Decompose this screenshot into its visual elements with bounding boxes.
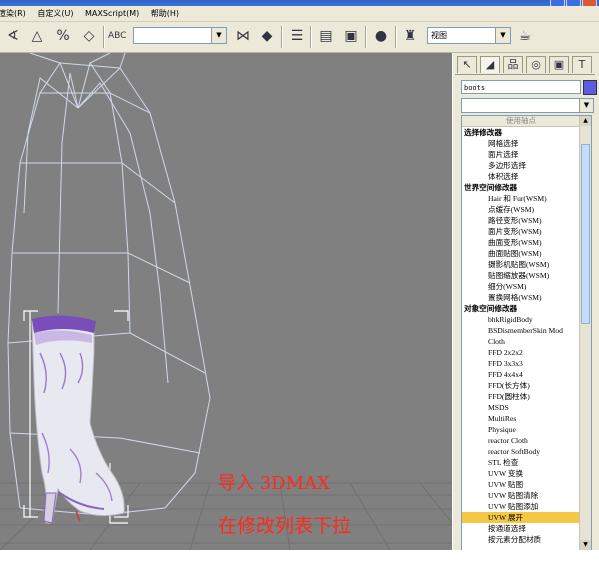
list-item[interactable]: reactor SoftBody	[462, 446, 580, 457]
percent-snap-icon[interactable]: △	[28, 27, 46, 45]
chevron-down-icon: ▼	[211, 28, 226, 43]
menu-maxscript[interactable]: MAXScript(M)	[85, 9, 139, 18]
list-item[interactable]: 按通道选择	[462, 523, 580, 534]
list-item[interactable]: FFD 3x3x3	[462, 358, 580, 369]
list-item[interactable]: FFD(长方体)	[462, 380, 580, 391]
utilities-tab-icon[interactable]: T	[572, 56, 592, 73]
list-item[interactable]: UVW 变换	[462, 468, 580, 479]
main-toolbar: ∢ △ % ◇ ABC ▼ ⋈ ◆ ☰ ▤ ▣ ● ♜ 视图 ▼ ☕	[0, 22, 599, 53]
modify-tab-icon[interactable]: ◢	[480, 56, 500, 73]
list-item[interactable]: 路径变形(WSM)	[462, 215, 580, 226]
annotation-modifier-list: 在修改列表下拉	[218, 515, 352, 537]
spinner-snap-icon[interactable]: %	[54, 27, 72, 45]
create-tab-icon[interactable]: ↖	[457, 56, 477, 73]
named-selection-combo[interactable]: ▼	[133, 27, 227, 44]
modifier-dropdown-list[interactable]: 使用轴点 选择修改器 网格选择 面片选择 多边形选择 体积选择 世界空间修改器 Hair 和 …	[461, 115, 592, 551]
menu-customize[interactable]: 自定义(U)	[37, 9, 73, 18]
render-scene-icon[interactable]: ♜	[401, 27, 419, 45]
render-view-value: 视图	[431, 31, 447, 40]
perspective-viewport[interactable]: 导入 3DMAX 在修改列表下拉	[0, 53, 452, 550]
list-item[interactable]: Physique	[462, 424, 580, 435]
list-item[interactable]: UVW 贴图	[462, 479, 580, 490]
command-panel: ↖ ◢ 品 ◎ ▣ T boots ▼ 使用轴点 选择修改器 网格选择 面片选择 多边形…	[452, 53, 599, 551]
list-item[interactable]: STL 检查	[462, 457, 580, 468]
edit-named-selection-icon[interactable]: ◇	[80, 27, 98, 45]
abc-icon[interactable]: ABC	[108, 27, 126, 45]
object-name-field[interactable]: boots	[461, 80, 581, 94]
list-item[interactable]: 面片选择	[462, 149, 580, 160]
list-item[interactable]: 多边形选择	[462, 160, 580, 171]
chevron-down-icon[interactable]: ▼	[579, 99, 593, 112]
motion-tab-icon[interactable]: ◎	[526, 56, 546, 73]
scroll-down-icon[interactable]: ▼	[580, 540, 591, 550]
hierarchy-tab-icon[interactable]: 品	[503, 56, 523, 73]
curve-editor-icon[interactable]: ▤	[317, 27, 335, 45]
material-editor-icon[interactable]: ●	[372, 27, 390, 45]
command-panel-tabs: ↖ ◢ 品 ◎ ▣ T	[457, 56, 592, 74]
list-item[interactable]: FFD 4x4x4	[462, 369, 580, 380]
scroll-thumb[interactable]	[581, 144, 590, 324]
list-item[interactable]: MultiRes	[462, 413, 580, 424]
list-item[interactable]: FFD(圆柱体)	[462, 391, 580, 402]
list-item[interactable]: UVW 展开	[462, 512, 580, 523]
chevron-down-icon: ▼	[495, 28, 510, 43]
mirror-icon[interactable]: ⋈	[234, 27, 252, 45]
list-category: 世界空间修改器	[464, 183, 518, 192]
list-item[interactable]: reactor Cloth	[462, 435, 580, 446]
schematic-view-icon[interactable]: ▣	[342, 27, 360, 45]
list-item[interactable]: 体积选择	[462, 171, 580, 182]
list-item[interactable]: UVW 贴图清除	[462, 490, 580, 501]
layer-manager-icon[interactable]: ☰	[288, 27, 306, 45]
list-item[interactable]: bhkRigidBody	[462, 314, 580, 325]
list-item[interactable]: 曲面贴图(WSM)	[462, 248, 580, 259]
list-item[interactable]: 网格选择	[462, 138, 580, 149]
scroll-up-icon[interactable]: ▲	[580, 116, 591, 126]
list-item[interactable]: 摄影机贴图(WSM)	[462, 259, 580, 270]
list-category: 选择修改器	[464, 128, 502, 137]
angle-snap-icon[interactable]: ∢	[4, 27, 22, 45]
status-area	[0, 550, 599, 570]
list-item[interactable]: Hair 和 Fur(WSM)	[462, 193, 580, 204]
list-item[interactable]: 细分(WSM)	[462, 281, 580, 292]
list-item[interactable]: 曲面变形(WSM)	[462, 237, 580, 248]
list-scrollbar[interactable]: ▲ ▼	[579, 116, 591, 550]
menu-rendering[interactable]: 渲染(R)	[0, 9, 26, 18]
list-item[interactable]: 点缓存(WSM)	[462, 204, 580, 215]
list-item[interactable]: UVW 贴图添加	[462, 501, 580, 512]
quick-render-icon[interactable]: ☕	[516, 27, 534, 45]
list-category: 对象空间修改器	[464, 304, 518, 313]
list-item[interactable]: MSDS	[462, 402, 580, 413]
list-item[interactable]: BSDismemberSkin Mod	[462, 325, 580, 336]
list-item[interactable]: 面片变形(WSM)	[462, 226, 580, 237]
list-item[interactable]: 按元素分配材质	[462, 534, 580, 545]
boot-model	[31, 315, 125, 524]
annotation-import: 导入 3DMAX	[218, 473, 330, 494]
modifier-list-combo[interactable]: ▼	[461, 98, 594, 113]
list-item[interactable]: Cloth	[462, 336, 580, 347]
menu-bar: 渲染(R) 自定义(U) MAXScript(M) 帮助(H)	[0, 6, 599, 22]
display-tab-icon[interactable]: ▣	[549, 56, 569, 73]
list-item[interactable]: 置换网格(WSM)	[462, 292, 580, 303]
list-item[interactable]: FFD 2x2x2	[462, 347, 580, 358]
list-header: 使用轴点	[462, 116, 580, 127]
align-icon[interactable]: ◆	[258, 27, 276, 45]
app-window: 渲染(R) 自定义(U) MAXScript(M) 帮助(H) ∢ △ % ◇ …	[0, 0, 599, 570]
menu-help[interactable]: 帮助(H)	[151, 9, 179, 18]
list-item[interactable]: 贴图缩放器(WSM)	[462, 270, 580, 281]
render-view-combo[interactable]: 视图 ▼	[427, 27, 511, 44]
object-color-swatch[interactable]	[583, 80, 597, 95]
